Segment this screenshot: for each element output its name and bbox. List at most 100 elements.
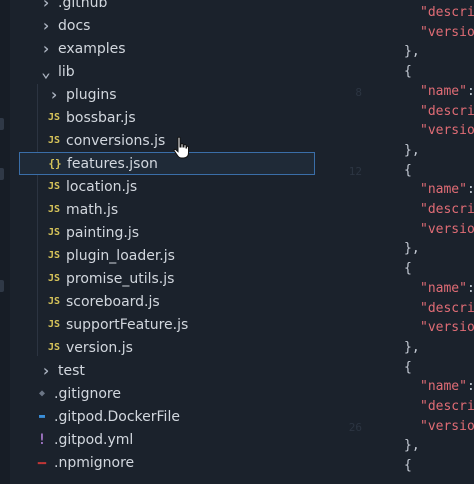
code-line: "versio xyxy=(420,419,474,434)
js-file-icon: JS xyxy=(47,273,61,284)
tree-item-label: .gitpod.DockerFile xyxy=(54,408,180,425)
file-gitpod-yml[interactable]: ! .gitpod.yml xyxy=(10,428,332,451)
js-file-icon: JS xyxy=(47,250,61,261)
code-line: "descri xyxy=(420,104,474,119)
code-line: }, xyxy=(404,44,420,59)
code-line: "versio xyxy=(420,320,474,335)
js-file-icon: JS xyxy=(47,135,61,146)
json-file-icon: {} xyxy=(48,157,62,170)
file-npmignore[interactable]: ▬▬ .npmignore xyxy=(10,451,332,474)
file-plugin-loader-js[interactable]: JS plugin_loader.js xyxy=(10,244,332,267)
chevron-down-icon: ⌄ xyxy=(41,62,51,81)
code-line: "descri xyxy=(420,5,474,20)
tree-item-label: examples xyxy=(58,40,126,57)
code-line: "name": xyxy=(420,281,474,296)
json-key-token: "name" xyxy=(420,379,467,395)
json-key-token: "descri xyxy=(420,202,474,217)
activity-bar xyxy=(0,0,10,484)
hand-cursor-icon xyxy=(173,136,189,159)
code-line: { xyxy=(404,64,412,79)
tree-item-label: math.js xyxy=(66,201,119,218)
file-math-js[interactable]: JS math.js xyxy=(10,198,332,221)
json-key-token: "name" xyxy=(420,83,467,99)
chevron-right-icon: › xyxy=(41,361,51,380)
file-scoreboard-js[interactable]: JS scoreboard.js xyxy=(10,290,332,313)
js-file-icon: JS xyxy=(47,319,61,330)
punctuation-token: : xyxy=(467,379,474,394)
vscode-window: › .github › docs › examples ⌄ lib › plugins JS boss… xyxy=(0,0,474,484)
tree-item-label: location.js xyxy=(66,178,138,195)
file-location-js[interactable]: JS location.js xyxy=(10,175,332,198)
file-conversions-js[interactable]: JS conversions.js xyxy=(10,129,332,152)
tree-item-label: .npmignore xyxy=(54,454,135,471)
line-number: 8 xyxy=(355,85,362,99)
code-line: { xyxy=(404,458,412,473)
file-painting-js[interactable]: JS painting.js xyxy=(10,221,332,244)
folder-docs[interactable]: › docs xyxy=(10,14,332,37)
code-line: { xyxy=(404,163,412,178)
code-line: }, xyxy=(404,143,420,158)
file-features-json[interactable]: {} features.json xyxy=(19,152,315,175)
folder-plugins[interactable]: › plugins xyxy=(10,83,332,106)
js-file-icon: JS xyxy=(47,296,61,307)
punctuation-token: : xyxy=(467,182,474,197)
file-gitignore[interactable]: ◆ .gitignore xyxy=(10,382,332,405)
tree-item-label: test xyxy=(58,362,85,379)
tree-item-label: features.json xyxy=(67,155,158,172)
code-line: { xyxy=(404,261,412,276)
code-line: "name": xyxy=(420,182,474,197)
activity-indicator xyxy=(0,280,4,292)
tree-item-label: .gitpod.yml xyxy=(54,431,134,448)
tree-item-label: version.js xyxy=(66,339,133,356)
tree-item-label: plugins xyxy=(66,86,117,103)
js-file-icon: JS xyxy=(47,112,61,123)
chevron-right-icon: › xyxy=(41,39,51,58)
json-key-token: "descri xyxy=(420,300,474,316)
punctuation-token: }, xyxy=(404,44,420,60)
file-version-js[interactable]: JS version.js xyxy=(10,336,332,359)
tree-item-label: .gitignore xyxy=(54,385,121,402)
json-key-token: "name" xyxy=(420,280,467,296)
file-supportfeature-js[interactable]: JS supportFeature.js xyxy=(10,313,332,336)
code-line: { xyxy=(404,360,412,375)
punctuation-token: { xyxy=(404,64,412,80)
punctuation-token: }, xyxy=(404,142,420,158)
chevron-right-icon: › xyxy=(41,0,51,12)
folder-examples[interactable]: › examples xyxy=(10,37,332,60)
code-editor[interactable]: "descri "versio}, {8 "name": "descri "versio}… xyxy=(332,0,474,484)
punctuation-token: { xyxy=(404,162,412,178)
code-line: "versio xyxy=(420,222,474,237)
folder-github[interactable]: › .github xyxy=(10,0,332,14)
folder-test[interactable]: › test xyxy=(10,359,332,382)
tree-item-label: plugin_loader.js xyxy=(66,247,175,264)
tree-item-label: scoreboard.js xyxy=(66,293,160,310)
file-gitpod-dockerfile[interactable]: ▬ .gitpod.DockerFile xyxy=(10,405,332,428)
punctuation-token: { xyxy=(404,359,412,375)
json-key-token: "versio xyxy=(420,418,474,434)
json-key-token: "versio xyxy=(420,123,474,139)
code-line: "descri xyxy=(420,301,474,316)
file-bossbar-js[interactable]: JS bossbar.js xyxy=(10,106,332,129)
punctuation-token: }, xyxy=(404,241,420,257)
line-number: 12 xyxy=(348,164,362,178)
punctuation-token: { xyxy=(404,458,412,474)
chevron-right-icon: › xyxy=(41,16,51,35)
tree-item-label: supportFeature.js xyxy=(66,316,189,333)
tree-item-label: bossbar.js xyxy=(66,109,136,126)
code-line: "versio xyxy=(420,123,474,138)
npm-icon: ▬▬ xyxy=(37,458,47,467)
js-file-icon: JS xyxy=(47,342,61,353)
json-key-token: "versio xyxy=(420,221,474,237)
punctuation-token: { xyxy=(404,261,412,277)
yml-icon: ! xyxy=(37,431,47,448)
json-key-token: "descri xyxy=(420,5,474,20)
punctuation-token: : xyxy=(467,84,474,99)
tree-item-label: docs xyxy=(58,17,91,34)
activity-indicator xyxy=(0,118,4,130)
file-promise-utils-js[interactable]: JS promise_utils.js xyxy=(10,267,332,290)
folder-lib[interactable]: ⌄ lib xyxy=(10,60,332,83)
json-key-token: "versio xyxy=(420,24,474,40)
json-key-token: "versio xyxy=(420,320,474,336)
js-file-icon: JS xyxy=(47,181,61,192)
docker-icon: ▬ xyxy=(38,411,46,422)
